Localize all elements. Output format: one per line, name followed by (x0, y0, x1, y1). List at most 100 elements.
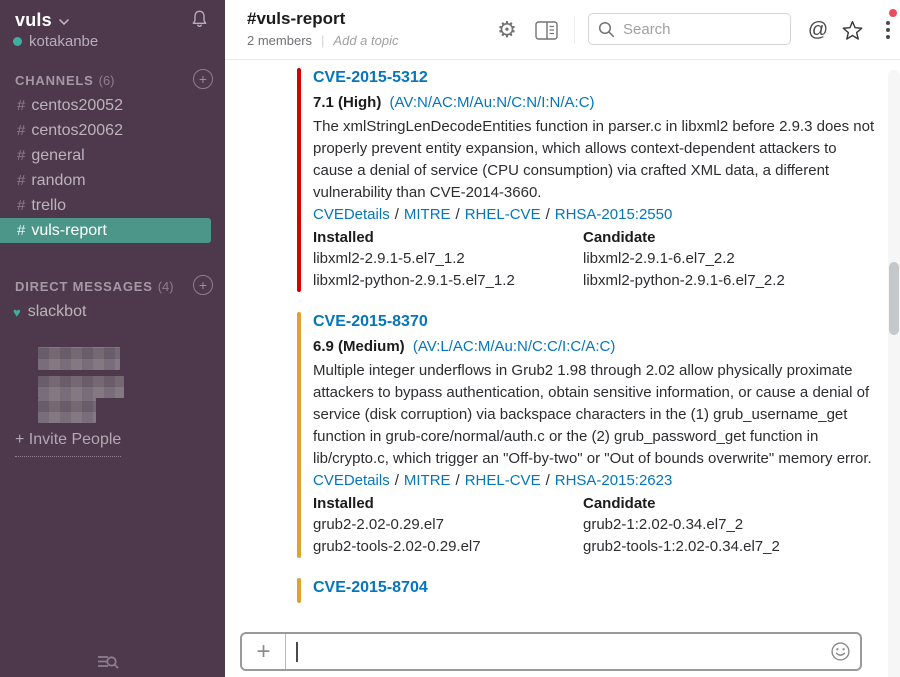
message-attachment-cve-2015-8704: CVE-2015-8704 (297, 578, 888, 603)
hash-icon: # (17, 197, 25, 214)
current-user-menu[interactable]: kotakanbe (13, 33, 98, 50)
link-separator: / (546, 206, 550, 223)
channel-settings-gear-icon[interactable]: ⚙ (492, 15, 522, 45)
invite-people-button[interactable]: + Invite People (15, 431, 121, 457)
channel-name: centos20052 (31, 97, 123, 114)
reference-links: CVEDetails/MITRE/RHEL-CVE/RHSA-2015:2623 (313, 470, 878, 492)
message-input[interactable] (286, 634, 820, 669)
installed-field: Installed libxml2-2.9.1-5.el7_1.2 libxml… (313, 228, 583, 292)
more-options-icon[interactable] (873, 15, 900, 45)
cvss-score: 6.9 (Medium) (313, 338, 405, 355)
candidate-package: grub2-tools-1:2.02-0.34.el7_2 (583, 536, 853, 558)
attach-file-button[interactable]: + (242, 634, 286, 669)
hash-icon: # (17, 97, 25, 114)
scrollbar-thumb[interactable] (889, 262, 899, 335)
redacted-dm-item[interactable] (38, 376, 124, 398)
search-box[interactable] (588, 13, 791, 45)
cve-description: The xmlStringLenDecodeEntities function … (313, 116, 878, 204)
link-separator: / (456, 206, 460, 223)
dms-count: (4) (158, 279, 174, 294)
rhsa-link[interactable]: RHSA-2015:2550 (555, 206, 673, 223)
candidate-label: Candidate (583, 228, 853, 248)
sidebar: vuls kotakanbe CHANNELS (6) + #centos200… (0, 0, 225, 677)
text-cursor (296, 642, 298, 662)
members-count[interactable]: 2 members (247, 33, 312, 48)
channel-name: trello (31, 197, 66, 214)
search-conversations-icon[interactable] (96, 652, 120, 672)
candidate-field: Candidate grub2-1:2.02-0.34.el7_2 grub2-… (583, 494, 853, 558)
header-divider: | (321, 33, 324, 48)
mitre-link[interactable]: MITRE (404, 472, 451, 489)
channel-pane: #vuls-report 2 members | Add a topic ⚙ (225, 0, 900, 677)
candidate-package: grub2-1:2.02-0.34.el7_2 (583, 514, 853, 536)
sidebar-item-centos20062[interactable]: #centos20062 (0, 118, 225, 143)
candidate-label: Candidate (583, 494, 853, 514)
sidebar-item-slackbot[interactable]: ♥ slackbot (13, 300, 86, 324)
installed-label: Installed (313, 494, 583, 514)
channel-name: centos20062 (31, 122, 123, 139)
channel-name: vuls-report (31, 222, 107, 239)
heart-icon: ♥ (13, 305, 21, 320)
emoji-picker-icon[interactable] (820, 634, 860, 669)
dm-name: slackbot (28, 303, 87, 321)
sidebar-item-trello[interactable]: # trello (0, 193, 225, 218)
starred-items-icon[interactable] (837, 15, 867, 45)
rhsa-link[interactable]: RHSA-2015:2623 (555, 472, 673, 489)
installed-package: grub2-2.02-0.29.el7 (313, 514, 583, 536)
link-separator: / (546, 472, 550, 489)
cve-title-link[interactable]: CVE-2015-5312 (313, 68, 878, 88)
installed-field: Installed grub2-2.02-0.29.el7 grub2-tool… (313, 494, 583, 558)
channels-section-header: CHANNELS (6) + (15, 70, 213, 90)
link-separator: / (395, 472, 399, 489)
cvss-score: 7.1 (High) (313, 94, 381, 111)
toggle-flexpane-icon[interactable] (531, 15, 561, 45)
channel-name: random (31, 172, 85, 189)
mentions-icon[interactable]: @ (803, 15, 833, 45)
dms-label: DIRECT MESSAGES (15, 279, 153, 294)
channels-count: (6) (99, 73, 115, 88)
cve-description: Multiple integer underflows in Grub2 1.9… (313, 360, 878, 470)
workspace-menu[interactable]: vuls (15, 8, 213, 32)
cvedetails-link[interactable]: CVEDetails (313, 472, 390, 489)
candidate-package: libxml2-2.9.1-6.el7_2.2 (583, 248, 853, 270)
cvedetails-link[interactable]: CVEDetails (313, 206, 390, 223)
link-separator: / (395, 206, 399, 223)
cvss-vector-link[interactable]: (AV:N/AC:M/Au:N/C:N/I:N/A:C) (390, 94, 595, 111)
message-attachment-cve-2015-8370: CVE-2015-8370 6.9 (Medium) (AV:L/AC:M/Au… (297, 312, 888, 558)
create-channel-icon[interactable]: + (193, 69, 213, 89)
cve-title-link[interactable]: CVE-2015-8370 (313, 312, 878, 332)
message-composer[interactable]: + (240, 632, 862, 671)
workspace-name[interactable]: vuls (15, 10, 52, 31)
current-user-name: kotakanbe (29, 33, 98, 50)
redacted-dm-item[interactable] (38, 347, 120, 370)
sidebar-item-vuls-report[interactable]: # vuls-report (0, 218, 211, 243)
hash-icon: # (17, 222, 25, 239)
message-attachment-cve-2015-5312: CVE-2015-5312 7.1 (High) (AV:N/AC:M/Au:N… (297, 68, 888, 292)
search-icon (598, 21, 615, 38)
hash-icon: # (17, 147, 25, 164)
slack-app-window: vuls kotakanbe CHANNELS (6) + #centos200… (0, 0, 900, 677)
open-dm-icon[interactable]: + (193, 275, 213, 295)
presence-dot-icon (13, 37, 22, 46)
message-list[interactable]: CVE-2015-5312 7.1 (High) (AV:N/AC:M/Au:N… (225, 61, 888, 677)
reference-links: CVEDetails / MITRE / RHEL-CVE / RHSA-2015:2550 (313, 204, 878, 226)
installed-package: libxml2-2.9.1-5.el7_1.2 (313, 248, 583, 270)
hash-icon: # (17, 172, 25, 189)
cve-title-link[interactable]: CVE-2015-8704 (313, 578, 878, 598)
search-input[interactable] (623, 21, 773, 38)
sidebar-item-centos20052[interactable]: # centos20052 (0, 93, 225, 118)
rhel-cve-link[interactable]: RHEL-CVE (465, 472, 541, 489)
installed-package: grub2-tools-2.02-0.29.el7 (313, 536, 583, 558)
cvss-vector-link[interactable]: (AV:L/AC:M/Au:N/C:C/I:C/A:C) (413, 338, 616, 355)
add-topic-button[interactable]: Add a topic (333, 33, 398, 48)
dms-section-header: DIRECT MESSAGES (4) + (15, 276, 213, 296)
mitre-link[interactable]: MITRE (404, 206, 451, 223)
redacted-dm-item[interactable] (38, 398, 96, 423)
sidebar-item-random[interactable]: # random (0, 168, 225, 193)
notifications-bell-icon[interactable] (189, 9, 210, 30)
channel-name: general (31, 147, 84, 164)
sidebar-item-general[interactable]: # general (0, 143, 225, 168)
scrollbar-track[interactable] (888, 70, 900, 677)
rhel-cve-link[interactable]: RHEL-CVE (465, 206, 541, 223)
candidate-package: libxml2-python-2.9.1-6.el7_2.2 (583, 270, 853, 292)
